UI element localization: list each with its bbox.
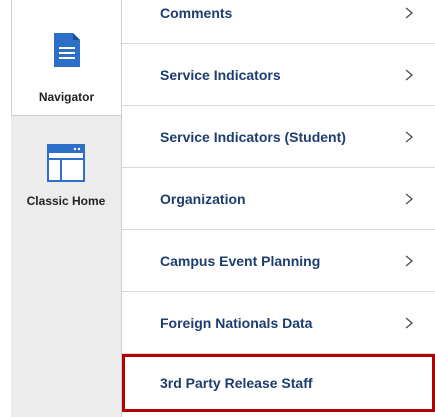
menu-item-label: Service Indicators: [160, 66, 281, 83]
chevron-right-icon: [405, 254, 414, 267]
chevron-right-icon: [405, 68, 414, 81]
menu-item-foreign-nationals-data[interactable]: Foreign Nationals Data: [122, 292, 435, 354]
rail-item-label: Navigator: [38, 90, 95, 104]
chevron-right-icon: [405, 130, 414, 143]
menu-item-organization[interactable]: Organization: [122, 168, 435, 230]
left-margin: [0, 0, 11, 417]
menu-item-service-indicators-student[interactable]: Service Indicators (Student): [122, 106, 435, 168]
document-icon: [54, 33, 80, 67]
menu-item-campus-event-planning[interactable]: Campus Event Planning: [122, 230, 435, 292]
menu-item-label: Comments: [160, 4, 233, 21]
rail-item-label: Classic Home: [26, 194, 106, 208]
menu-item-label: Campus Event Planning: [160, 252, 321, 269]
menu-item-service-indicators[interactable]: Service Indicators: [122, 44, 435, 106]
rail-item-classic-home[interactable]: Classic Home: [11, 135, 121, 225]
rail-item-navigator[interactable]: Navigator: [11, 0, 121, 116]
chevron-right-icon: [405, 316, 414, 329]
chevron-right-icon: [405, 6, 414, 19]
navigation-rail: Navigator Classic Home: [11, 0, 122, 417]
menu-item-label: 3rd Party Release Staff: [160, 375, 313, 391]
window-icon: [47, 144, 85, 182]
menu-item-3rd-party-release-staff[interactable]: 3rd Party Release Staff: [122, 354, 435, 412]
menu-list: Comments Service Indicators Service Indi…: [122, 0, 435, 412]
menu-item-label: Organization: [160, 190, 246, 207]
chevron-right-icon: [405, 192, 414, 205]
menu-item-label: Service Indicators (Student): [160, 128, 346, 145]
menu-item-comments[interactable]: Comments: [122, 0, 435, 44]
menu-item-label: Foreign Nationals Data: [160, 314, 313, 331]
